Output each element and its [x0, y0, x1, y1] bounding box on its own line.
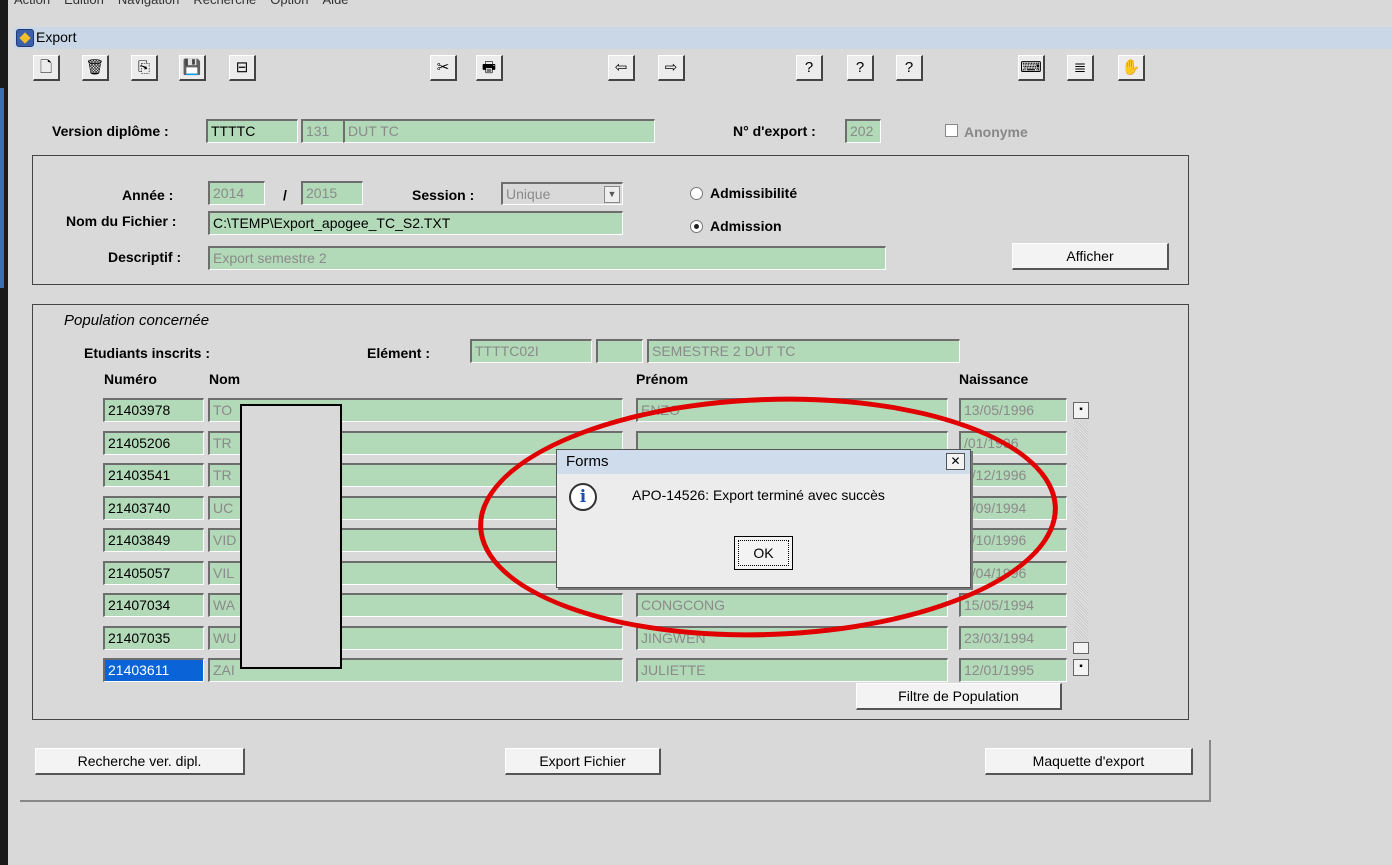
element-extra-field[interactable] [596, 339, 643, 363]
row-numero-field[interactable]: 21403611 [103, 658, 204, 682]
admissibilite-label: Admissibilité [710, 185, 798, 201]
menu-item-option[interactable]: Option [270, 0, 308, 7]
scroll-down-button[interactable]: ▪ [1073, 659, 1089, 676]
element-name-field[interactable]: SEMESTRE 2 DUT TC [647, 339, 960, 363]
save-icon: 💾 [182, 59, 202, 76]
keyboard-icon: ⌨ [1020, 59, 1042, 76]
copy-button[interactable]: ⎘ [131, 55, 158, 81]
maquette-export-button[interactable]: Maquette d'export [985, 748, 1193, 775]
save-button[interactable]: 💾 [179, 55, 206, 81]
filtre-population-button[interactable]: Filtre de Population [856, 683, 1062, 710]
menu-item-recherche[interactable]: Recherche [193, 0, 256, 7]
row-numero-field[interactable]: 21407034 [103, 593, 204, 617]
afficher-button[interactable]: Afficher [1012, 243, 1169, 270]
menu-item-edition[interactable]: Edition [64, 0, 104, 7]
minimize-record-button[interactable]: ⊟ [229, 55, 256, 81]
print-button[interactable]: 🖶 [476, 55, 503, 81]
row-numero-field[interactable]: 21405057 [103, 560, 204, 585]
previous-button[interactable]: ⇦ [608, 55, 635, 81]
minimize-record-icon: ⊟ [235, 59, 249, 76]
anonyme-checkbox[interactable] [945, 124, 958, 137]
annee-label: Année : [122, 187, 174, 203]
left-accent-strip [0, 88, 4, 288]
export-number-label: N° d'export : [733, 123, 816, 139]
clear-button[interactable]: ✂ [430, 55, 457, 81]
nom-fichier-label: Nom du Fichier : [66, 213, 177, 229]
row-numero-field[interactable]: 21403849 [103, 528, 204, 552]
column-header-prenom: Prénom [636, 371, 689, 387]
help-button[interactable]: ? [796, 55, 823, 81]
help-context-icon: ? [855, 59, 865, 76]
redaction-box [240, 404, 342, 669]
window-title: Export [36, 29, 77, 45]
element-label: Elément : [367, 345, 431, 361]
element-code-field[interactable]: TTTTC02I [470, 339, 592, 363]
annee-end-field[interactable]: 2015 [301, 181, 363, 205]
annee-start-field[interactable]: 2014 [208, 181, 265, 205]
scroll-thumb[interactable] [1073, 642, 1089, 654]
row-naissance-field[interactable]: 12/01/1995 [959, 658, 1067, 682]
delete-button[interactable]: 🗑 [82, 55, 109, 81]
menu-item-aide[interactable]: Aide [323, 0, 349, 7]
list-button[interactable]: ≣ [1067, 55, 1094, 81]
menu-item-navigation[interactable]: Navigation [118, 0, 179, 7]
annee-separator: / [283, 187, 287, 203]
column-header-numero: Numéro [104, 371, 157, 387]
column-header-nom: Nom [209, 371, 241, 387]
print-icon: 🖶 [481, 59, 497, 76]
row-numero-field[interactable]: 21405206 [103, 430, 204, 455]
scroll-track[interactable] [1074, 421, 1088, 642]
export-number-field[interactable]: 202 [845, 119, 881, 143]
session-value: Unique [506, 186, 551, 202]
delete-icon: 🗑 [85, 59, 105, 76]
copy-icon: ⎘ [137, 59, 150, 76]
previous-icon: ⇦ [614, 59, 628, 76]
menu-item-action[interactable]: Action [14, 0, 50, 7]
new-document-icon: 🗋 [39, 59, 53, 76]
next-icon: ⇨ [664, 59, 678, 76]
session-label: Session : [412, 187, 475, 203]
export-fichier-button[interactable]: Export Fichier [505, 748, 661, 775]
menu-bar: Action Edition Navigation Recherche Option Ai… [14, 0, 1392, 10]
recherche-version-button[interactable]: Recherche ver. dipl. [35, 748, 245, 775]
row-numero-field[interactable]: 21403740 [103, 495, 204, 520]
help-plus-icon: ? [904, 59, 914, 76]
scroll-up-button[interactable]: ▪ [1073, 402, 1089, 419]
row-numero-field[interactable]: 21403978 [103, 398, 204, 422]
version-diplome-label: Version diplôme : [52, 123, 169, 139]
list-icon: ≣ [1073, 59, 1087, 76]
descriptif-field[interactable]: Export semestre 2 [208, 246, 886, 270]
keyboard-button[interactable]: ⌨ [1018, 55, 1045, 81]
help-plus-button[interactable]: ? [896, 55, 923, 81]
nom-fichier-field[interactable]: C:\TEMP\Export_apogee_TC_S2.TXT [208, 211, 623, 235]
etudiants-inscrits-label: Etudiants inscrits : [84, 345, 211, 361]
next-button[interactable]: ⇨ [658, 55, 685, 81]
hand-button[interactable]: ✋ [1118, 55, 1145, 81]
row-prenom-field[interactable]: JULIETTE [636, 658, 948, 682]
version-code-field[interactable]: TTTTC [206, 119, 298, 143]
window-titlebar: Export [14, 27, 1392, 49]
population-title: Population concernée [64, 312, 210, 329]
row-numero-field[interactable]: 21407035 [103, 625, 204, 650]
row-naissance-field[interactable]: 13/05/1996 [959, 398, 1067, 422]
row-numero-field[interactable]: 21403541 [103, 463, 204, 487]
help-context-button[interactable]: ? [847, 55, 874, 81]
session-select[interactable]: Unique ▼ [501, 182, 623, 205]
anonyme-label: Anonyme [964, 124, 1028, 140]
hand-icon: ✋ [1121, 59, 1141, 76]
version-number-field[interactable]: 131 [301, 119, 344, 143]
app-icon [16, 29, 34, 47]
column-header-naissance: Naissance [959, 371, 1029, 387]
descriptif-label: Descriptif : [108, 249, 182, 265]
admissibilite-radio[interactable] [690, 187, 703, 200]
chevron-down-icon[interactable]: ▼ [604, 186, 620, 203]
row-naissance-field[interactable]: 23/03/1994 [959, 625, 1067, 650]
new-document-button[interactable]: 🗋 [33, 55, 60, 81]
admission-label: Admission [710, 218, 782, 234]
admission-radio[interactable] [690, 220, 703, 233]
clear-icon: ✂ [436, 59, 450, 76]
version-name-field[interactable]: DUT TC [343, 119, 655, 143]
help-icon: ? [804, 59, 814, 76]
row-naissance-field[interactable]: 15/05/1994 [959, 593, 1067, 617]
